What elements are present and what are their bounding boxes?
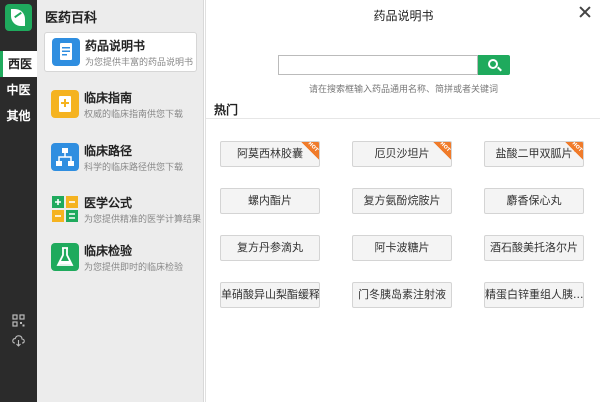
category-panel: 医药百科 药品说明书 为您提供丰富的药品说明书 临床指南 权威的临床指南供您下载… (37, 0, 204, 402)
app-title: 医药百科 (45, 11, 98, 26)
drug-button[interactable]: 盐酸二甲双胍片 HOT (484, 141, 584, 167)
category-name: 医学公式 (84, 196, 133, 210)
drug-button[interactable]: 麝香保心丸 (484, 188, 584, 214)
drug-button[interactable]: 阿莫西林胶囊 HOT (220, 141, 320, 167)
rail-tab-chinese[interactable]: 中医 (0, 77, 37, 103)
divider (206, 118, 600, 119)
category-clinical-pathway[interactable]: 临床路径 科学的临床路径供您下载 (44, 138, 197, 178)
hot-badge: HOT (433, 142, 451, 160)
category-desc: 为您提供即时的临床检验 (84, 263, 184, 273)
category-desc: 科学的临床路径供您下载 (84, 163, 184, 173)
hot-badge: HOT (301, 142, 319, 160)
drug-button[interactable]: 单硝酸异山梨酯缓释片 (220, 282, 320, 308)
cloud-download-icon[interactable] (12, 334, 25, 347)
search-hint: 请在搜索框输入药品通用名称、简拼或者关键词 (308, 85, 498, 95)
drug-button[interactable]: 复方丹参滴丸 (220, 235, 320, 261)
category-name: 临床检验 (84, 244, 133, 258)
rail-tab-other[interactable]: 其他 (0, 103, 37, 129)
app-logo-icon (5, 4, 32, 31)
drug-button[interactable]: 精蛋白锌重组人胰... (484, 282, 584, 308)
drug-button[interactable]: 螺内酯片 (220, 188, 320, 214)
drug-button[interactable]: 复方氨酚烷胺片 (352, 188, 452, 214)
category-clinical-guide[interactable]: 临床指南 权威的临床指南供您下载 (44, 85, 197, 125)
category-medical-formula[interactable]: 医学公式 为您提供精准的医学计算结果 (44, 190, 201, 230)
left-rail: 西医 中医 其他 (0, 0, 37, 402)
drug-name: 麝香保心丸 (506, 194, 562, 207)
drug-name: 酒石酸美托洛尔片 (490, 241, 578, 254)
drug-name: 门冬胰岛素注射液 (358, 288, 446, 301)
category-name: 临床路径 (84, 144, 133, 158)
drug-button[interactable]: 厄贝沙坦片 HOT (352, 141, 452, 167)
hot-badge: HOT (565, 142, 583, 160)
drug-name: 复方氨酚烷胺片 (363, 194, 441, 207)
category-desc: 为您提供丰富的药品说明书 (85, 58, 194, 68)
drug-button[interactable]: 阿卡波糖片 (352, 235, 452, 261)
guide-icon (51, 90, 79, 118)
category-clinical-test[interactable]: 临床检验 为您提供即时的临床检验 (44, 238, 197, 278)
category-desc: 权威的临床指南供您下载 (84, 110, 184, 120)
search-input[interactable] (278, 55, 478, 75)
pathway-icon (51, 143, 79, 171)
page-title: 药品说明书 (373, 9, 434, 23)
category-drug-instructions[interactable]: 药品说明书 为您提供丰富的药品说明书 (44, 32, 197, 72)
drug-button[interactable]: 酒石酸美托洛尔片 (484, 235, 584, 261)
flask-icon (51, 243, 79, 271)
drug-button[interactable]: 门冬胰岛素注射液 (352, 282, 452, 308)
drug-name: 阿莫西林胶囊 (237, 147, 303, 160)
drug-name: 阿卡波糖片 (374, 241, 430, 254)
hot-section-label: 热门 (214, 103, 239, 117)
document-icon (52, 38, 80, 66)
drug-name: 复方丹参滴丸 (237, 241, 303, 254)
drug-name: 精蛋白锌重组人胰... (485, 288, 584, 301)
search-button[interactable] (478, 55, 510, 75)
drug-name: 厄贝沙坦片 (374, 147, 430, 160)
close-icon[interactable] (578, 5, 592, 19)
drug-name: 盐酸二甲双胍片 (495, 147, 573, 160)
rail-tab-western[interactable]: 西医 (0, 51, 37, 77)
category-name: 药品说明书 (85, 39, 146, 53)
formula-icon (51, 195, 79, 223)
category-name: 临床指南 (84, 91, 133, 105)
main-panel: 药品说明书 请在搜索框输入药品通用名称、简拼或者关键词 热门 阿莫西林胶囊 HO… (205, 0, 600, 402)
drug-name: 螺内酯片 (248, 194, 292, 207)
qrcode-icon[interactable] (12, 314, 25, 327)
drug-name: 单硝酸异山梨酯缓释片 (221, 288, 320, 301)
category-desc: 为您提供精准的医学计算结果 (84, 215, 202, 225)
